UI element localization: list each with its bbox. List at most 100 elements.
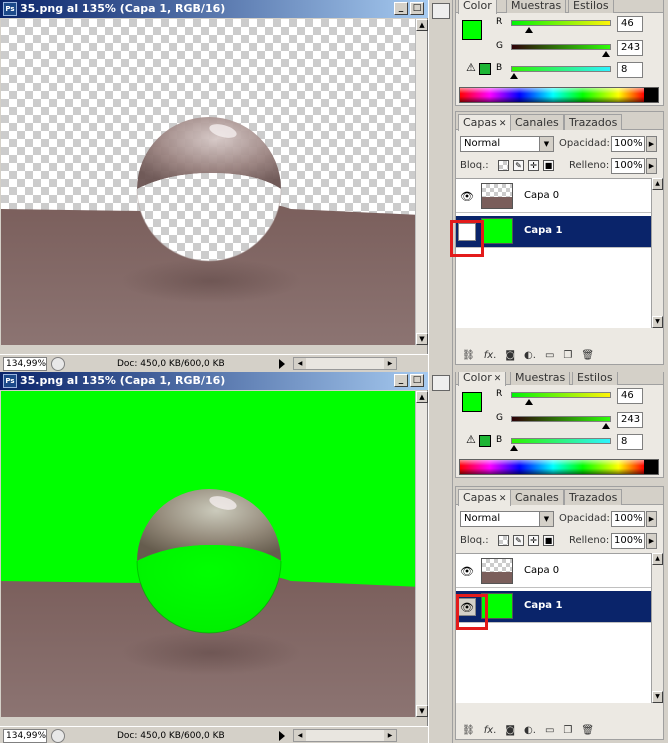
slider-b[interactable]: B 8 [456,434,663,454]
vertical-scrollbar[interactable]: ▲ ▼ [415,19,428,345]
g-value-input[interactable]: 243 [617,40,643,56]
mask-icon[interactable]: ◙ [505,350,515,361]
new-layer-icon[interactable]: ❐ [563,725,572,736]
status-menu-icon[interactable] [51,728,65,743]
slider-b-thumb[interactable] [510,445,518,451]
fill-arrow-icon[interactable]: ▶ [646,533,657,549]
transparency-lock-icon[interactable] [498,535,509,546]
scroll-down-icon[interactable]: ▼ [652,691,663,703]
status-menu-icon[interactable] [51,356,65,371]
scroll-up-icon[interactable]: ▲ [652,178,663,190]
eye-icon[interactable]: 👁 [458,563,476,581]
mask-icon[interactable]: ◙ [505,725,515,736]
folder-icon[interactable]: ▭ [545,350,554,361]
blend-mode-select[interactable]: Normal ▼ [460,511,554,527]
tab-canales[interactable]: Canales [510,114,564,130]
folder-icon[interactable]: ▭ [545,725,554,736]
opacity-arrow-icon[interactable]: ▶ [646,511,657,527]
trash-icon[interactable]: 🗑 [581,725,594,736]
tab-estilos[interactable]: Estilos [568,0,614,13]
scroll-up-icon[interactable]: ▲ [416,391,428,403]
brush-icon[interactable]: ✎ [513,160,524,171]
horizontal-scrollbar[interactable] [293,729,397,742]
b-value-input[interactable]: 8 [617,62,643,78]
layer-row-capa1[interactable]: Capa 1 [456,216,653,248]
move-icon[interactable]: ✛ [528,535,539,546]
tab-color[interactable]: Color [458,0,497,14]
fill-arrow-icon[interactable]: ▶ [646,158,657,174]
tab-trazados[interactable]: Trazados [564,489,623,505]
status-arrow-icon[interactable] [279,730,285,741]
status-arrow-icon[interactable] [279,358,285,369]
slider-r-thumb[interactable] [525,27,533,33]
scroll-down-icon[interactable]: ▼ [416,705,428,717]
opacity-arrow-icon[interactable]: ▶ [646,136,657,152]
transparency-lock-icon[interactable] [498,160,509,171]
new-layer-icon[interactable]: ❐ [563,350,572,361]
trash-icon[interactable]: 🗑 [581,350,594,361]
tab-trazados[interactable]: Trazados [564,114,623,130]
maximize-icon[interactable]: □ [410,374,424,387]
slider-b-thumb[interactable] [510,73,518,79]
close-icon[interactable]: ✕ [494,374,502,384]
slider-g-thumb[interactable] [602,423,610,429]
r-value-input[interactable]: 46 [617,16,643,32]
zoom-field[interactable]: 134,99% [3,356,47,371]
tab-muestras[interactable]: Muestras [510,372,571,385]
lock-icon[interactable]: ■ [543,535,554,546]
zoom-field[interactable]: 134,99% [3,728,47,743]
tab-capas[interactable]: Capas ✕ [458,114,512,131]
chevron-down-icon[interactable]: ▼ [539,512,553,526]
color-spectrum[interactable] [459,459,659,475]
opacity-input[interactable]: 100% [611,511,645,527]
link-icon[interactable]: ⛓ [462,725,475,736]
close-icon[interactable]: ✕ [499,494,507,504]
layer-scrollbar[interactable]: ▲ ▼ [651,553,663,703]
chevron-down-icon[interactable]: ▼ [539,137,553,151]
link-icon[interactable]: ⛓ [462,350,475,361]
canvas[interactable] [1,19,421,345]
document-titlebar[interactable]: Ps 35.png al 135% (Capa 1, RGB/16) _ □ [0,0,428,18]
fx-icon[interactable]: fx. [484,350,497,361]
adjustment-icon[interactable]: ◐. [524,350,536,361]
vertical-scrollbar[interactable]: ▲ ▼ [415,391,428,717]
document-titlebar[interactable]: Ps 35.png al 135% (Capa 1, RGB/16) _ □ [0,372,428,390]
r-value-input[interactable]: 46 [617,388,643,404]
tab-estilos[interactable]: Estilos [572,372,618,385]
slider-g[interactable]: G 243 [456,412,663,432]
blend-mode-select[interactable]: Normal ▼ [460,136,554,152]
fill-input[interactable]: 100% [611,533,645,549]
b-value-input[interactable]: 8 [617,434,643,450]
tab-color[interactable]: Color ✕ [458,372,507,386]
minimize-icon[interactable]: _ [394,2,408,15]
layer-row-capa0[interactable]: 👁 Capa 0 [456,556,653,588]
slider-r[interactable]: R 46 [456,388,663,408]
scroll-up-icon[interactable]: ▲ [416,19,428,31]
lock-icon[interactable]: ■ [543,160,554,171]
scroll-down-icon[interactable]: ▼ [652,316,663,328]
slider-r[interactable]: R 46 [456,16,663,36]
opacity-input[interactable]: 100% [611,136,645,152]
slider-b[interactable]: B 8 [456,62,663,82]
minimize-icon[interactable]: _ [394,374,408,387]
eye-icon[interactable]: 👁 [458,188,476,206]
tab-capas[interactable]: Capas ✕ [458,489,512,506]
tab-canales[interactable]: Canales [510,489,564,505]
scroll-down-icon[interactable]: ▼ [416,333,428,345]
adjustment-icon[interactable]: ◐. [524,725,536,736]
canvas[interactable] [1,391,421,717]
brush-icon[interactable]: ✎ [513,535,524,546]
scroll-up-icon[interactable]: ▲ [652,553,663,565]
g-value-input[interactable]: 243 [617,412,643,428]
move-icon[interactable]: ✛ [528,160,539,171]
slider-g[interactable]: G 243 [456,40,663,60]
fill-input[interactable]: 100% [611,158,645,174]
layer-scrollbar[interactable]: ▲ ▼ [651,178,663,328]
layer-row-capa0[interactable]: 👁 Capa 0 [456,181,653,213]
fx-icon[interactable]: fx. [484,725,497,736]
maximize-icon[interactable]: □ [410,2,424,15]
color-spectrum[interactable] [459,87,659,103]
horizontal-scrollbar[interactable] [293,357,397,370]
dock-panel-icon[interactable] [432,375,450,391]
close-icon[interactable]: ✕ [499,119,507,129]
